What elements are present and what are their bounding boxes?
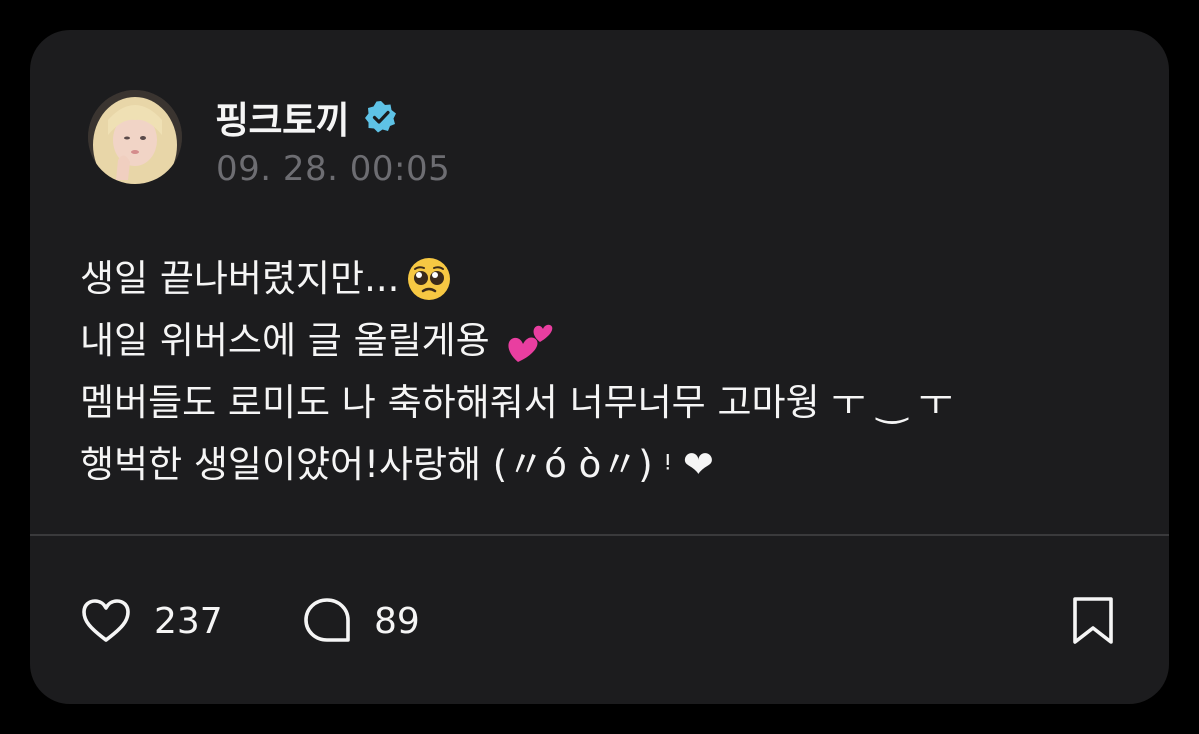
author-name[interactable]: 핑크토끼 (215, 90, 350, 144)
avatar[interactable] (88, 90, 182, 184)
like-count: 237 (154, 600, 223, 642)
post-line-text: 행벅한 생일이얐어!사랑해 (〃ó ò〃) ᵎ ❤ (80, 443, 714, 486)
like-button[interactable]: 237 (80, 596, 223, 646)
post-line: 행벅한 생일이얐어!사랑해 (〃ó ò〃) ᵎ ❤ (80, 434, 1130, 496)
bookmark-icon[interactable] (1068, 596, 1118, 646)
post-line-text: 멤버들도 로미도 나 축하해줘서 너무너무 고마웡 ㅜ ‿ ㅜ (80, 381, 953, 424)
post-line: 멤버들도 로미도 나 축하해줘서 너무너무 고마웡 ㅜ ‿ ㅜ (80, 372, 1130, 434)
two-hearts-icon (508, 324, 553, 362)
post-line: 내일 위버스에 글 올릴게용 (80, 310, 1130, 372)
post-line: 생일 끝나버렸지만... (80, 248, 1130, 310)
pleading-face-icon (408, 258, 451, 300)
post-line-text: 내일 위버스에 글 올릴게용 (80, 319, 490, 362)
post-timestamp: 09. 28. 00:05 (216, 149, 451, 189)
comment-count: 89 (374, 600, 420, 642)
author-row: 핑크토끼 (215, 92, 399, 142)
divider (30, 534, 1169, 536)
avatar-image (88, 90, 182, 184)
heart-icon[interactable] (80, 597, 132, 645)
post-card: 핑크토끼 09. 28. 00:05 생일 끝나버렸지만... 내일 위버스에 … (30, 30, 1169, 704)
comment-button[interactable]: 89 (302, 596, 420, 646)
post-body: 생일 끝나버렸지만... 내일 위버스에 글 올릴게용 멤버들도 로미도 나 축… (80, 248, 1130, 496)
comment-bubble-icon[interactable] (302, 596, 352, 646)
post-line-text: 생일 끝나버렸지만... (80, 257, 400, 300)
verified-badge-icon (363, 99, 399, 135)
bookmark-button[interactable] (1068, 596, 1118, 646)
